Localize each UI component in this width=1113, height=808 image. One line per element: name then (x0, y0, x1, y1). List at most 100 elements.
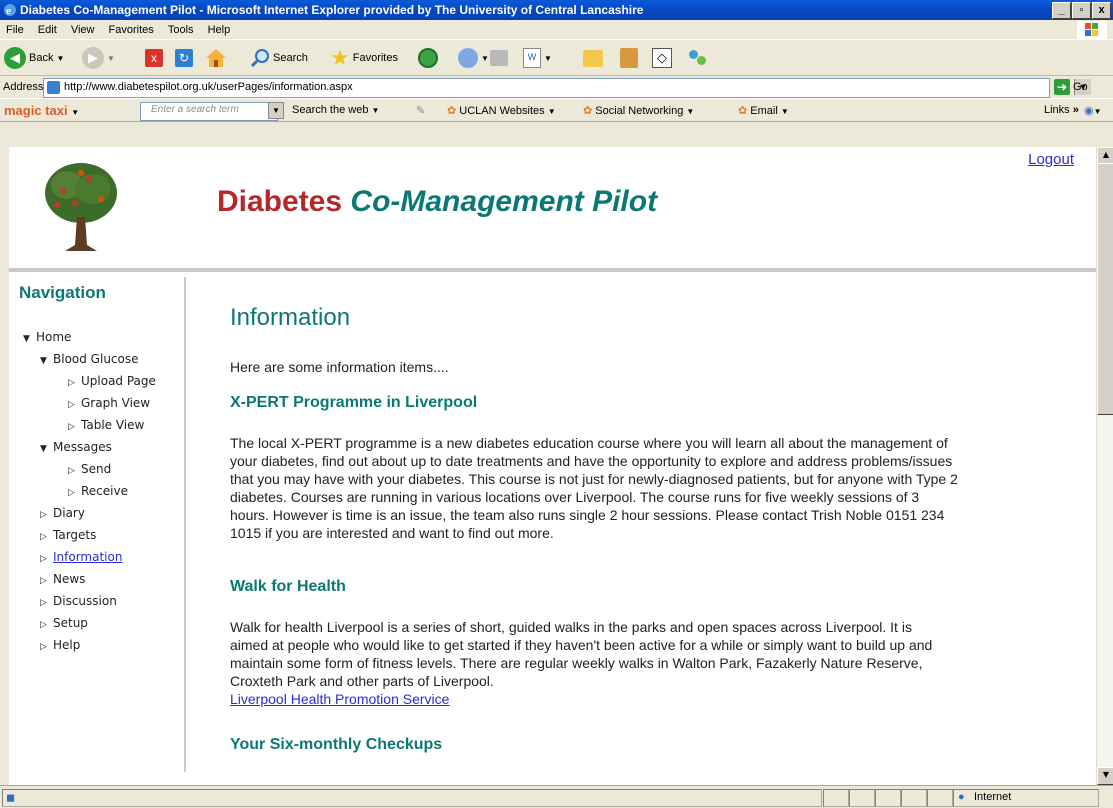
nav-item-messages[interactable]: ▼ Messages (40, 440, 112, 454)
vertical-scrollbar[interactable]: ▲ ▼ (1096, 147, 1113, 785)
history-button[interactable] (418, 46, 438, 70)
chevron-down-icon: ▼ (71, 108, 80, 117)
search-dropdown-button[interactable]: ▼ (268, 102, 284, 119)
print-button[interactable] (490, 46, 508, 70)
collapsed-triangle-icon: ▷ (68, 400, 75, 410)
search-web-button[interactable]: Search the web ▼ (292, 104, 379, 116)
nav-item-label: Upload Page (81, 374, 156, 388)
nav-item-label: Discussion (53, 594, 117, 608)
nav-item-diary[interactable]: ▷ Diary (40, 506, 85, 520)
social-label: Social Networking (595, 105, 684, 117)
uclan-label: UCLAN Websites (459, 105, 545, 117)
email-button[interactable]: ✿ Email ▼ (738, 104, 789, 117)
history-icon (418, 48, 438, 68)
nav-item-blood-glucose[interactable]: ▼ Blood Glucose (40, 352, 139, 366)
folder-icon (583, 49, 603, 67)
collapsed-triangle-icon: ▷ (68, 466, 75, 476)
nav-item-information[interactable]: ▷ Information (40, 550, 122, 564)
windows-logo-icon (1077, 21, 1107, 39)
menu-view[interactable]: View (65, 20, 100, 36)
scroll-down-button[interactable]: ▼ (1097, 767, 1113, 785)
search-toolbar: magic taxi ▼ Enter a search term ▼ Searc… (0, 98, 1113, 122)
text-line: hours. However is time is an issue, the … (230, 507, 945, 523)
maximize-button[interactable]: ▫ (1072, 2, 1091, 19)
intro-text: Here are some information items.... (230, 359, 449, 375)
menu-tools[interactable]: Tools (162, 20, 199, 36)
uclan-websites-button[interactable]: ✿ UCLAN Websites ▼ (447, 104, 556, 117)
navigation-divider (184, 277, 186, 772)
chevron-down-icon: ▼ (780, 107, 789, 116)
messenger-icon (688, 48, 708, 68)
nav-item-label: Receive (81, 484, 128, 498)
refresh-button[interactable]: ↻ (175, 46, 193, 70)
search-web-label: Search the web (292, 104, 369, 116)
toolbar-options-icon[interactable]: ◉▼ (1084, 104, 1102, 117)
diamond-button[interactable]: ◇ (652, 46, 672, 70)
status-panel (823, 789, 849, 807)
logout-link[interactable]: Logout (1028, 151, 1074, 168)
site-title-diabetes: Diabetes (217, 185, 343, 218)
menu-help[interactable]: Help (202, 20, 236, 36)
messenger-button[interactable] (688, 46, 708, 70)
search-term-placeholder: Enter a search term (151, 104, 239, 115)
menu-favorites[interactable]: Favorites (103, 20, 159, 36)
back-button[interactable]: ◀ Back ▼ (4, 46, 64, 70)
search-button[interactable]: Search (250, 46, 308, 70)
close-button[interactable]: x (1092, 2, 1111, 19)
chevron-down-icon: ▼ (544, 53, 552, 63)
highlight-icon[interactable]: ✎ (416, 104, 425, 117)
search-term-input[interactable]: Enter a search term (140, 102, 278, 121)
address-url: http://www.diabetespilot.org.uk/userPage… (64, 81, 353, 93)
word-icon: W (523, 48, 541, 68)
flower-icon: ✿ (583, 105, 593, 117)
nav-item-help[interactable]: ▷ Help (40, 638, 80, 652)
folder-button[interactable] (583, 46, 603, 70)
forward-button[interactable]: ▶ ▼ (82, 46, 115, 70)
nav-item-table-view[interactable]: ▷ Table View (68, 418, 144, 432)
go-arrow-icon: ➔ (1054, 79, 1070, 95)
nav-item-information-link[interactable]: Information (53, 550, 122, 564)
go-label: Go (1073, 81, 1088, 93)
standard-toolbar: ◀ Back ▼ ▶ ▼ x ↻ Search ★ Favorites ▼ W … (0, 40, 1113, 76)
go-button[interactable]: ➔ Go (1054, 79, 1088, 95)
back-label: Back (29, 52, 54, 64)
mail-button[interactable]: ▼ (458, 46, 489, 70)
menu-edit[interactable]: Edit (32, 20, 62, 36)
liverpool-health-promotion-link[interactable]: Liverpool Health Promotion Service (230, 691, 449, 707)
home-button[interactable] (205, 46, 227, 70)
text-line: aimed at people who would like to get st… (230, 637, 933, 653)
nav-item-send[interactable]: ▷ Send (68, 462, 111, 476)
collapsed-triangle-icon: ▷ (68, 378, 75, 388)
magic-taxi-label: magic taxi (4, 103, 68, 118)
edit-button[interactable]: W ▼ (523, 46, 552, 70)
nav-item-targets[interactable]: ▷ Targets (40, 528, 96, 542)
nav-item-label: Messages (53, 440, 112, 454)
collapsed-triangle-icon: ▷ (40, 620, 47, 630)
favorites-label: Favorites (352, 52, 398, 64)
nav-item-label: Help (53, 638, 81, 652)
nav-item-setup[interactable]: ▷ Setup (40, 616, 88, 630)
research-button[interactable] (620, 46, 638, 70)
nav-item-news[interactable]: ▷ News (40, 572, 85, 586)
scroll-thumb[interactable] (1097, 163, 1113, 415)
nav-item-discussion[interactable]: ▷ Discussion (40, 594, 117, 608)
menu-file[interactable]: File (0, 20, 29, 36)
nav-item-home[interactable]: ▼ Home (23, 330, 71, 344)
svg-text:e: e (6, 5, 11, 17)
nav-item-receive[interactable]: ▷ Receive (68, 484, 128, 498)
address-input[interactable]: http://www.diabetespilot.org.uk/userPage… (43, 78, 1091, 98)
navigation-panel: Navigation ▼ Home ▼ Blood Glucose ▷ Upload … (9, 272, 186, 785)
status-bar: ◼ ● Internet (0, 785, 1113, 808)
magic-taxi-button[interactable]: magic taxi ▼ (4, 103, 79, 118)
chevron-down-icon: ▼ (107, 53, 115, 63)
social-networking-button[interactable]: ✿ Social Networking ▼ (583, 104, 694, 117)
nav-item-upload-page[interactable]: ▷ Upload Page (68, 374, 156, 388)
favorites-button[interactable]: ★ Favorites (330, 46, 398, 70)
window-title: Diabetes Co-Management Pilot - Microsoft… (20, 3, 644, 17)
stop-button[interactable]: x (145, 46, 163, 70)
links-button[interactable]: Links » (1044, 104, 1079, 116)
nav-item-graph-view[interactable]: ▷ Graph View (68, 396, 150, 410)
flower-icon: ✿ (738, 105, 748, 117)
minimize-button[interactable]: _ (1052, 2, 1071, 19)
back-arrow-icon: ◀ (4, 47, 26, 69)
